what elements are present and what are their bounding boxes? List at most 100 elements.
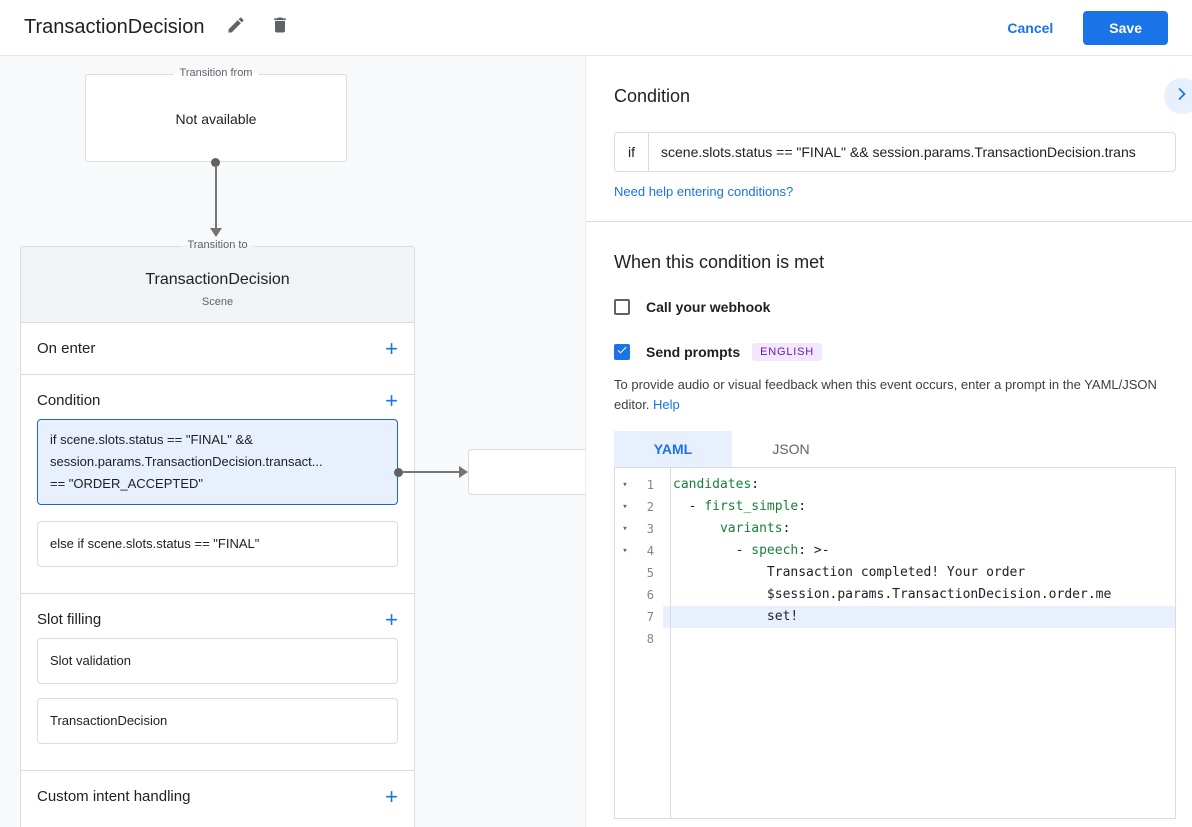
send-prompts-row: Send prompts ENGLISH xyxy=(614,343,1176,361)
condition-line: == "ORDER_ACCEPTED" xyxy=(50,473,385,495)
code-lines: ▾1candidates:▾2 - first_simple:▾3 varian… xyxy=(615,474,1175,650)
code-text[interactable] xyxy=(663,628,1175,650)
help-link[interactable]: Help xyxy=(653,397,680,412)
cancel-button[interactable]: Cancel xyxy=(1007,20,1053,36)
tab-yaml[interactable]: YAML xyxy=(614,431,732,467)
fold-arrow-icon[interactable]: ▾ xyxy=(615,480,635,490)
yaml-text-token: $session.params.TransactionDecision.orde… xyxy=(673,587,1111,602)
pencil-icon xyxy=(226,15,246,40)
scene-card-header[interactable]: TransactionDecision Scene xyxy=(21,247,414,323)
connector-arrow-icon xyxy=(210,228,222,237)
section-condition: Condition + if scene.slots.status == "FI… xyxy=(21,375,414,594)
code-line[interactable]: 5 Transaction completed! Your order xyxy=(615,562,1175,584)
save-button[interactable]: Save xyxy=(1083,11,1168,45)
page-title: TransactionDecision xyxy=(24,16,204,39)
chevron-right-icon xyxy=(1172,84,1192,109)
scene-card: Transition to TransactionDecision Scene … xyxy=(20,246,415,827)
scene-graph-pane: Transition from Not available Transition… xyxy=(0,56,585,827)
yaml-text-token: : xyxy=(751,477,759,492)
code-text[interactable]: set! xyxy=(663,606,1175,628)
code-line[interactable]: 8 xyxy=(615,628,1175,650)
scene-type: Scene xyxy=(21,296,414,308)
call-webhook-checkbox[interactable] xyxy=(614,299,630,315)
code-text[interactable]: $session.params.TransactionDecision.orde… xyxy=(663,584,1175,606)
condition-expression-input[interactable] xyxy=(649,133,1175,171)
when-condition-met-title: When this condition is met xyxy=(614,252,1176,273)
code-line[interactable]: ▾2 - first_simple: xyxy=(615,496,1175,518)
if-label: if xyxy=(615,133,649,171)
condition-line: else if scene.slots.status == "FINAL" xyxy=(50,533,385,555)
code-line[interactable]: ▾3 variants: xyxy=(615,518,1175,540)
slot-filling-label: Slot filling xyxy=(37,611,101,628)
code-text[interactable]: candidates: xyxy=(663,474,1175,496)
slot-item[interactable]: Slot validation xyxy=(37,638,398,684)
yaml-text-token: - xyxy=(673,499,704,514)
top-bar: TransactionDecision Cancel Save xyxy=(0,0,1192,56)
line-number: 8 xyxy=(635,632,663,646)
code-line[interactable]: ▾1candidates: xyxy=(615,474,1175,496)
send-prompts-checkbox[interactable] xyxy=(614,344,630,360)
line-number: 1 xyxy=(635,478,663,492)
code-text[interactable]: - first_simple: xyxy=(663,496,1175,518)
yaml-key-token: speech xyxy=(751,543,798,558)
add-condition-button[interactable]: + xyxy=(385,393,398,409)
line-number: 7 xyxy=(635,610,663,624)
fold-arrow-icon[interactable]: ▾ xyxy=(615,546,635,556)
condition-connector-line xyxy=(403,471,459,473)
connector-line xyxy=(215,165,217,229)
section-on-enter: On enter + xyxy=(21,323,414,375)
fold-arrow-icon[interactable]: ▾ xyxy=(615,502,635,512)
section-slot-filling: Slot filling + Slot validation Transacti… xyxy=(21,594,414,771)
section-custom-intent: Custom intent handling + xyxy=(21,771,414,811)
collapse-panel-button[interactable] xyxy=(1164,78,1192,114)
transition-from-value: Not available xyxy=(86,111,346,127)
condition-item-selected[interactable]: if scene.slots.status == "FINAL" && sess… xyxy=(37,419,398,505)
call-webhook-label: Call your webhook xyxy=(646,299,770,315)
yaml-text-token: Transaction completed! Your order xyxy=(673,565,1025,580)
condition-target-box[interactable] xyxy=(468,449,585,495)
prompt-description-text: To provide audio or visual feedback when… xyxy=(614,377,1157,412)
add-custom-intent-button[interactable]: + xyxy=(385,789,398,805)
code-line[interactable]: 6 $session.params.TransactionDecision.or… xyxy=(615,584,1175,606)
panel-title: Condition xyxy=(614,56,1176,107)
yaml-text-token: : xyxy=(798,499,806,514)
yaml-text-token: set! xyxy=(673,609,798,624)
yaml-text-token: : >- xyxy=(798,543,829,558)
webhook-row: Call your webhook xyxy=(614,299,1176,315)
line-number: 4 xyxy=(635,544,663,558)
yaml-editor[interactable]: ▾1candidates:▾2 - first_simple:▾3 varian… xyxy=(614,467,1176,819)
transition-from-label: Transition from xyxy=(174,67,259,79)
condition-help-link[interactable]: Need help entering conditions? xyxy=(614,184,793,199)
delete-scene-button[interactable] xyxy=(268,16,292,40)
code-text[interactable]: - speech: >- xyxy=(663,540,1175,562)
line-number: 2 xyxy=(635,500,663,514)
condition-line: session.params.TransactionDecision.trans… xyxy=(50,451,385,473)
transition-to-label: Transition to xyxy=(181,239,253,251)
condition-editor-panel: Condition if Need help entering conditio… xyxy=(585,56,1192,827)
condition-expression-row: if xyxy=(614,132,1176,172)
yaml-text-token: - xyxy=(673,543,751,558)
fold-arrow-icon[interactable]: ▾ xyxy=(615,524,635,534)
edit-title-button[interactable] xyxy=(224,16,248,40)
yaml-text-token: : xyxy=(783,521,791,536)
code-line[interactable]: 7 set! xyxy=(615,606,1175,628)
yaml-key-token: variants xyxy=(720,521,783,536)
scene-name: TransactionDecision xyxy=(21,271,414,289)
condition-connector-arrow-icon xyxy=(459,466,468,478)
slot-item[interactable]: TransactionDecision xyxy=(37,698,398,744)
tab-json[interactable]: JSON xyxy=(732,431,850,467)
line-number: 6 xyxy=(635,588,663,602)
condition-connector-dot xyxy=(394,468,403,477)
add-on-enter-button[interactable]: + xyxy=(385,341,398,357)
yaml-key-token: first_simple xyxy=(704,499,798,514)
checkmark-icon xyxy=(616,343,628,361)
condition-item[interactable]: else if scene.slots.status == "FINAL" xyxy=(37,521,398,567)
code-text[interactable]: Transaction completed! Your order xyxy=(663,562,1175,584)
code-text[interactable]: variants: xyxy=(663,518,1175,540)
gutter-divider xyxy=(670,468,671,818)
yaml-text-token xyxy=(673,521,720,536)
code-line[interactable]: ▾4 - speech: >- xyxy=(615,540,1175,562)
transition-from-box: Transition from Not available xyxy=(85,74,347,162)
prompt-description: To provide audio or visual feedback when… xyxy=(614,375,1174,415)
add-slot-button[interactable]: + xyxy=(385,612,398,628)
